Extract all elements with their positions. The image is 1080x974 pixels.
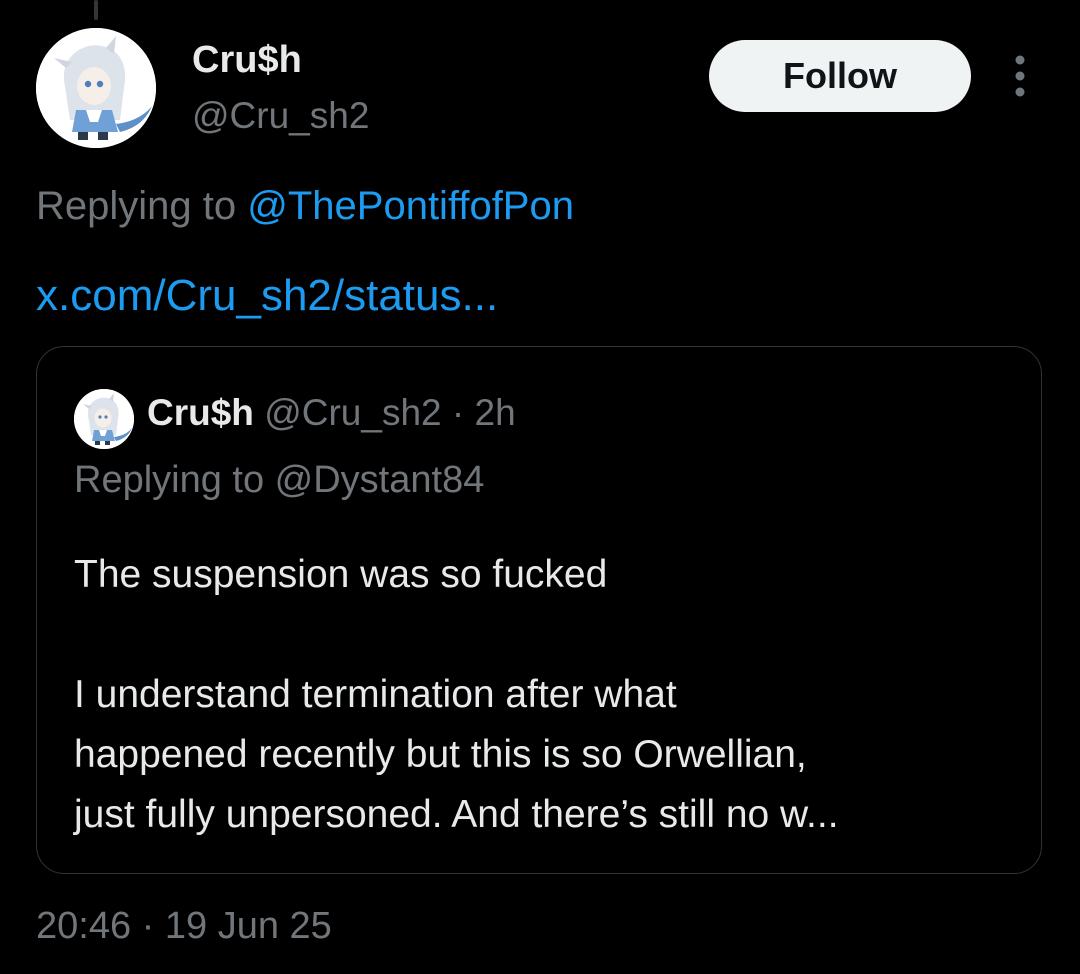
quoted-line: just fully unpersoned. And there’s still… xyxy=(74,793,839,836)
reply-context: Replying to @ThePontiffofPon xyxy=(36,182,574,230)
dot-separator: · xyxy=(451,392,465,433)
tweet-timestamp[interactable]: 20:46 · 19 Jun 25 xyxy=(36,902,332,950)
quoted-tweet-time: 2h xyxy=(474,392,516,433)
author-display-name[interactable]: Cru$h xyxy=(192,38,302,82)
status-link[interactable]: x.com/Cru_sh2/status... xyxy=(36,270,498,322)
reply-mention-link[interactable]: @ThePontiffofPon xyxy=(247,184,574,228)
quoted-author-name: Cru$h xyxy=(147,392,254,433)
quoted-tweet-card[interactable]: Cru$h @Cru_sh2 · 2h Replying to @Dystant… xyxy=(36,346,1042,874)
avatar-character-image xyxy=(36,28,156,148)
reply-context-prefix: Replying to xyxy=(36,184,248,228)
quoted-tweet-text: The suspension was so fucked I understan… xyxy=(74,545,1014,845)
quoted-paragraph: I understand termination after what happ… xyxy=(74,665,1014,845)
quoted-reply-context: Replying to @Dystant84 xyxy=(74,459,485,501)
quoted-line: happened recently but this is so Orwelli… xyxy=(74,733,807,776)
author-avatar[interactable] xyxy=(36,28,156,148)
quoted-paragraph: The suspension was so fucked xyxy=(74,545,1014,605)
quoted-tweet-header: Cru$h @Cru_sh2 · 2h xyxy=(147,391,516,435)
quoted-line: I understand termination after what xyxy=(74,673,677,716)
quoted-line: The suspension was so fucked xyxy=(74,553,608,596)
quoted-author-handle: @Cru_sh2 xyxy=(264,392,442,433)
thread-connector-line xyxy=(94,0,98,20)
author-handle[interactable]: @Cru_sh2 xyxy=(192,94,369,138)
quoted-author-avatar xyxy=(74,389,134,449)
avatar-character-image xyxy=(74,389,134,449)
more-vertical-icon[interactable] xyxy=(1006,54,1034,98)
follow-button[interactable]: Follow xyxy=(709,40,971,112)
